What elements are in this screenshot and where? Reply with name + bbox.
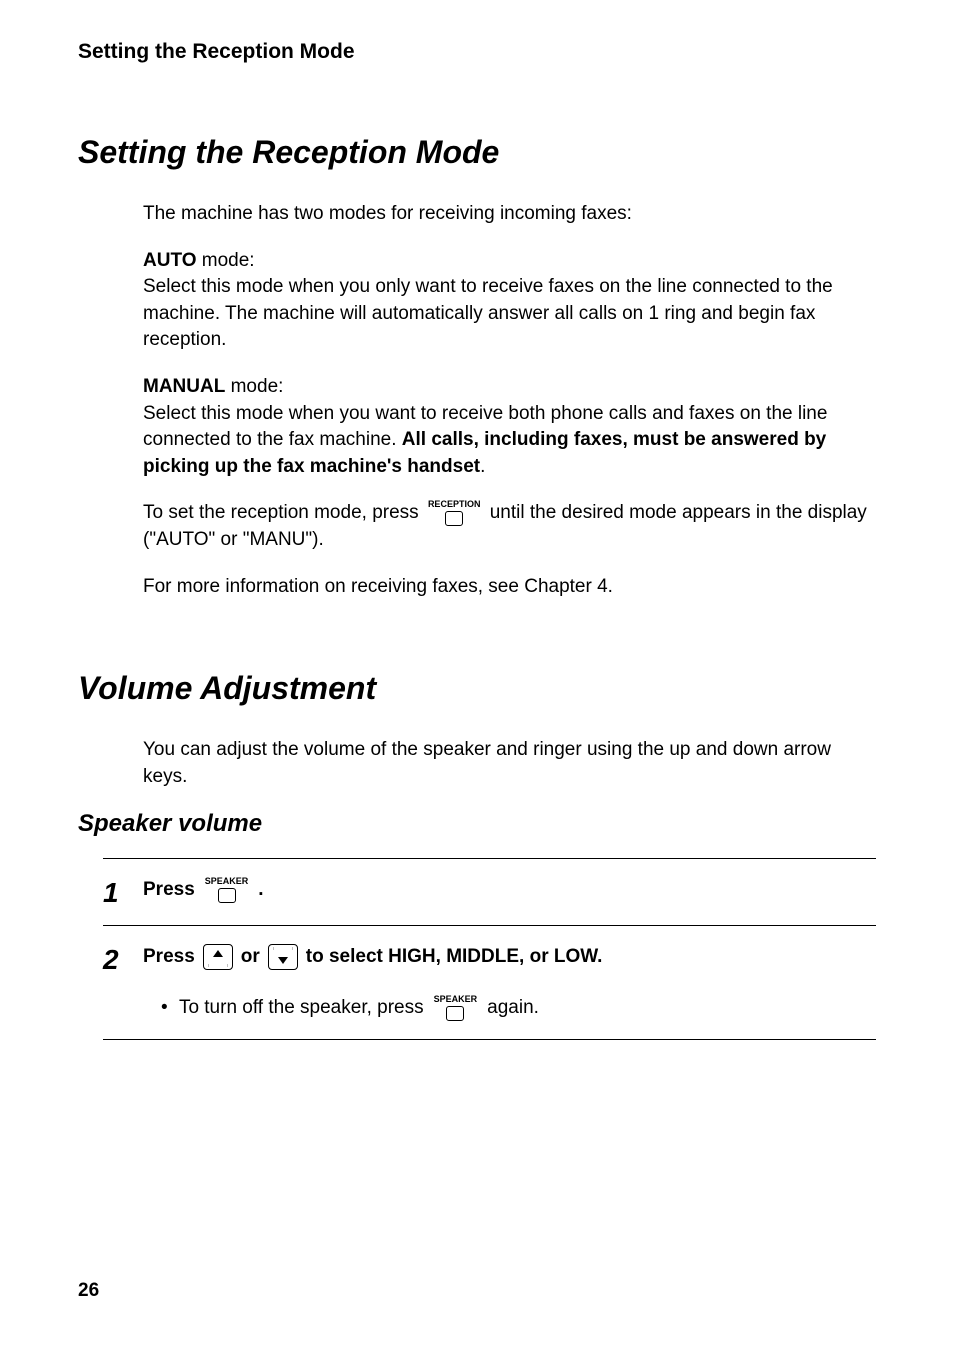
auto-mode-block: AUTO mode: Select this mode when you onl… [143,248,876,354]
down-arrow-key-icon [268,944,298,970]
page-number: 26 [78,1280,99,1302]
manual-mode-block: MANUAL mode: Select this mode when you w… [143,374,876,480]
manual-desc-post: . [480,456,485,477]
step2-bullet-post: again. [487,997,539,1019]
step2-or: or [241,946,260,968]
speaker-volume-subtitle: Speaker volume [78,810,876,838]
step2-bullet-pre: To turn off the speaker, press [179,997,424,1019]
section-title-reception: Setting the Reception Mode [78,134,876,171]
step1-end: . [258,879,263,901]
step2-bullet: • To turn off the speaker, press SPEAKER… [143,995,866,1021]
page-header: Setting the Reception Mode [78,40,876,64]
manual-label: MANUAL [143,376,225,397]
more-info-text: For more information on receiving faxes,… [143,574,876,601]
step-2: 2 Press or to select HIGH, MIDDLE, or LO… [103,926,876,1039]
key-box-icon [446,1006,464,1021]
auto-label: AUTO [143,250,196,271]
auto-desc: Select this mode when you only want to r… [143,276,833,350]
key-box-icon [445,511,463,526]
section-title-volume: Volume Adjustment [78,670,876,707]
steps-container: 1 Press SPEAKER . 2 Press or to select H… [103,858,876,1040]
reception-key-icon: RECEPTION [428,500,481,526]
step-number-2: 2 [103,944,143,974]
volume-intro: You can adjust the volume of the speaker… [143,737,876,790]
step-number-1: 1 [103,877,143,907]
up-arrow-key-icon [203,944,233,970]
key-box-icon [218,888,236,903]
divider [103,1039,876,1040]
reception-key-label: RECEPTION [428,500,481,509]
step2-to: to select HIGH, MIDDLE, or LOW. [306,946,603,968]
set-mode-line: To set the reception mode, press RECEPTI… [143,500,876,553]
speaker-key-label: SPEAKER [205,877,249,886]
step-1: 1 Press SPEAKER . [103,859,876,925]
bullet-dot: • [161,997,173,1019]
set-mode-pre: To set the reception mode, press [143,502,424,523]
step2-press: Press [143,946,195,968]
speaker-key-icon: SPEAKER [205,877,249,903]
step1-press: Press [143,879,195,901]
manual-mode-suffix: mode: [225,376,283,397]
intro-text: The machine has two modes for receiving … [143,201,876,228]
speaker-key-label: SPEAKER [434,995,478,1004]
speaker-key-icon: SPEAKER [434,995,478,1021]
step-1-content: Press SPEAKER . [143,877,866,903]
step-2-content: Press or to select HIGH, MIDDLE, or LOW.… [143,944,866,1021]
auto-mode-suffix: mode: [196,250,254,271]
